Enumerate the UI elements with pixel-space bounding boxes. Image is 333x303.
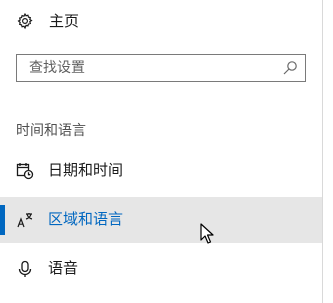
- nav-item-label: 区域和语言: [48, 210, 124, 228]
- nav-item-date-time[interactable]: 日期和时间: [0, 148, 322, 194]
- search-input[interactable]: [17, 55, 279, 81]
- region-language-icon: [17, 213, 33, 228]
- mouse-cursor-icon: [200, 223, 214, 244]
- search-icon[interactable]: [282, 60, 298, 76]
- selection-indicator: [0, 205, 5, 235]
- microphone-icon: [18, 260, 32, 277]
- home-nav-item[interactable]: 主页: [0, 4, 322, 38]
- nav-item-speech[interactable]: 语音: [0, 246, 322, 292]
- content-divider: [322, 0, 333, 303]
- settings-navigation-pane: 主页 时间和语言 日期和时间: [0, 0, 322, 303]
- search-box[interactable]: [16, 54, 306, 82]
- nav-item-region-language[interactable]: 区域和语言: [0, 197, 322, 243]
- calendar-clock-icon: [16, 163, 34, 180]
- home-label: 主页: [49, 12, 80, 30]
- nav-item-label: 日期和时间: [48, 161, 124, 179]
- nav-item-label: 语音: [48, 259, 79, 277]
- section-header: 时间和语言: [16, 123, 86, 139]
- gear-icon: [17, 12, 33, 30]
